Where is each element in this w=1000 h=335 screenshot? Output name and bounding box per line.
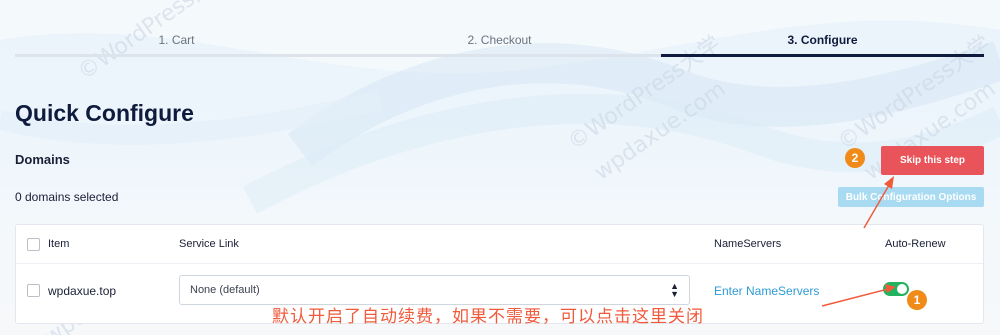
step-bar (661, 54, 984, 57)
step-bar (15, 54, 338, 57)
column-header-auto-renew: Auto-Renew (885, 238, 946, 250)
checkout-steps: 1. Cart 2. Checkout 3. Configure (15, 30, 984, 60)
step-label: 3. Configure (787, 33, 858, 47)
toggle-knob (897, 284, 907, 294)
step-checkout[interactable]: 2. Checkout (338, 30, 661, 60)
step-bar (338, 54, 661, 57)
annotation-badge-2: 2 (845, 148, 865, 168)
skip-step-button[interactable]: Skip this step (881, 146, 984, 175)
bulk-configuration-button[interactable]: Bulk Configuration Options (838, 187, 984, 207)
column-header-item: Item (48, 238, 70, 250)
page-title: Quick Configure (15, 100, 194, 126)
row-checkbox[interactable] (27, 284, 40, 297)
step-label: 2. Checkout (467, 33, 532, 47)
annotation-badge-1: 1 (907, 290, 927, 310)
enter-nameservers-link[interactable]: Enter NameServers (714, 284, 819, 298)
auto-renew-toggle[interactable] (883, 282, 909, 296)
step-label: 1. Cart (158, 33, 195, 47)
select-all-checkbox[interactable] (27, 238, 40, 251)
selected-count: 0 domains selected (15, 190, 119, 204)
header-divider (16, 263, 983, 264)
column-header-nameservers: NameServers (714, 238, 782, 250)
service-link-value: None (default) (190, 284, 260, 296)
service-link-select[interactable]: None (default) ▲ ▼ (179, 275, 690, 305)
column-header-service-link: Service Link (179, 238, 239, 250)
domain-name: wpdaxue.top (48, 284, 117, 298)
annotation-note: 默认开启了自动续费，如果不需要，可以点击这里关闭 (272, 307, 704, 327)
step-cart[interactable]: 1. Cart (15, 30, 338, 60)
section-title: Domains (15, 152, 70, 167)
select-arrows-icon: ▲ ▼ (670, 281, 679, 299)
step-configure[interactable]: 3. Configure (661, 30, 984, 60)
